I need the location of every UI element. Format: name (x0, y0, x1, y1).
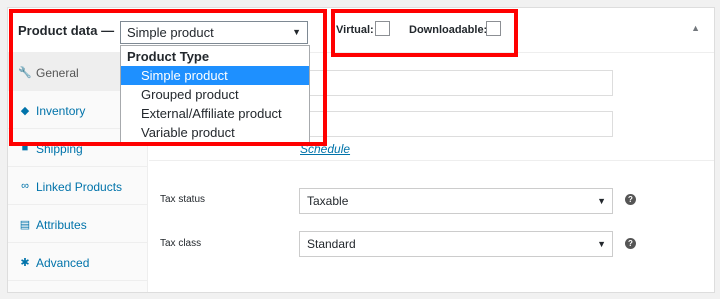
help-icon[interactable]: ? (625, 238, 636, 249)
product-data-header: Product data — Simple product ▼ Virtual:… (8, 8, 714, 53)
virtual-label: Virtual: (336, 24, 374, 36)
regular-price-input[interactable] (299, 70, 613, 96)
tax-class-label: Tax class (160, 238, 202, 249)
product-data-panel: Product data — Simple product ▼ Virtual:… (7, 7, 715, 293)
tab-linked-products-label: Linked Products (36, 180, 123, 194)
product-type-select[interactable]: Simple product ▼ (120, 21, 308, 44)
tab-inventory-label: Inventory (36, 104, 86, 118)
list-icon: ▤ (19, 219, 31, 231)
truck-icon: ■ (21, 142, 29, 154)
wrench-icon: 🔧 (18, 67, 32, 79)
tax-class-value: Standard (307, 237, 356, 251)
tax-class-select[interactable]: Standard ▼ (299, 231, 613, 257)
tab-advanced[interactable]: ✱ Advanced (8, 243, 148, 281)
option-variable-product[interactable]: Variable product (121, 123, 309, 142)
option-external-affiliate-product[interactable]: External/Affiliate product (121, 104, 309, 123)
option-grouped-product[interactable]: Grouped product (121, 85, 309, 104)
chevron-down-icon: ▼ (292, 27, 301, 37)
sale-price-input[interactable] (299, 111, 613, 137)
downloadable-checkbox[interactable] (486, 21, 501, 36)
product-type-dropdown: Product Type Simple product Grouped prod… (120, 45, 310, 143)
tab-advanced-label: Advanced (36, 256, 90, 270)
tab-attributes[interactable]: ▤ Attributes (8, 205, 148, 243)
chevron-down-icon: ▼ (597, 196, 606, 206)
gear-icon: ✱ (20, 257, 30, 269)
tab-shipping-label: Shipping (36, 142, 83, 156)
tab-general-label: General (36, 66, 79, 80)
tab-linked-products[interactable]: ∞ Linked Products (8, 167, 148, 205)
tag-icon: ◆ (20, 105, 30, 117)
option-simple-product[interactable]: Simple product (121, 66, 309, 85)
downloadable-label: Downloadable: (409, 24, 488, 36)
divider (149, 160, 714, 161)
product-type-value: Simple product (127, 25, 214, 40)
tab-attributes-label: Attributes (36, 218, 87, 232)
help-icon[interactable]: ? (625, 194, 636, 205)
tax-status-value: Taxable (307, 194, 349, 208)
collapse-arrow-icon[interactable]: ▲ (691, 23, 700, 33)
product-data-title: Product data — (18, 23, 115, 38)
schedule-link[interactable]: Schedule (300, 142, 350, 156)
tax-status-select[interactable]: Taxable ▼ (299, 188, 613, 214)
chevron-down-icon: ▼ (597, 239, 606, 249)
virtual-checkbox[interactable] (375, 21, 390, 36)
tax-status-label: Tax status (160, 194, 206, 205)
link-icon: ∞ (21, 180, 29, 192)
dropdown-group-label: Product Type (127, 49, 210, 64)
